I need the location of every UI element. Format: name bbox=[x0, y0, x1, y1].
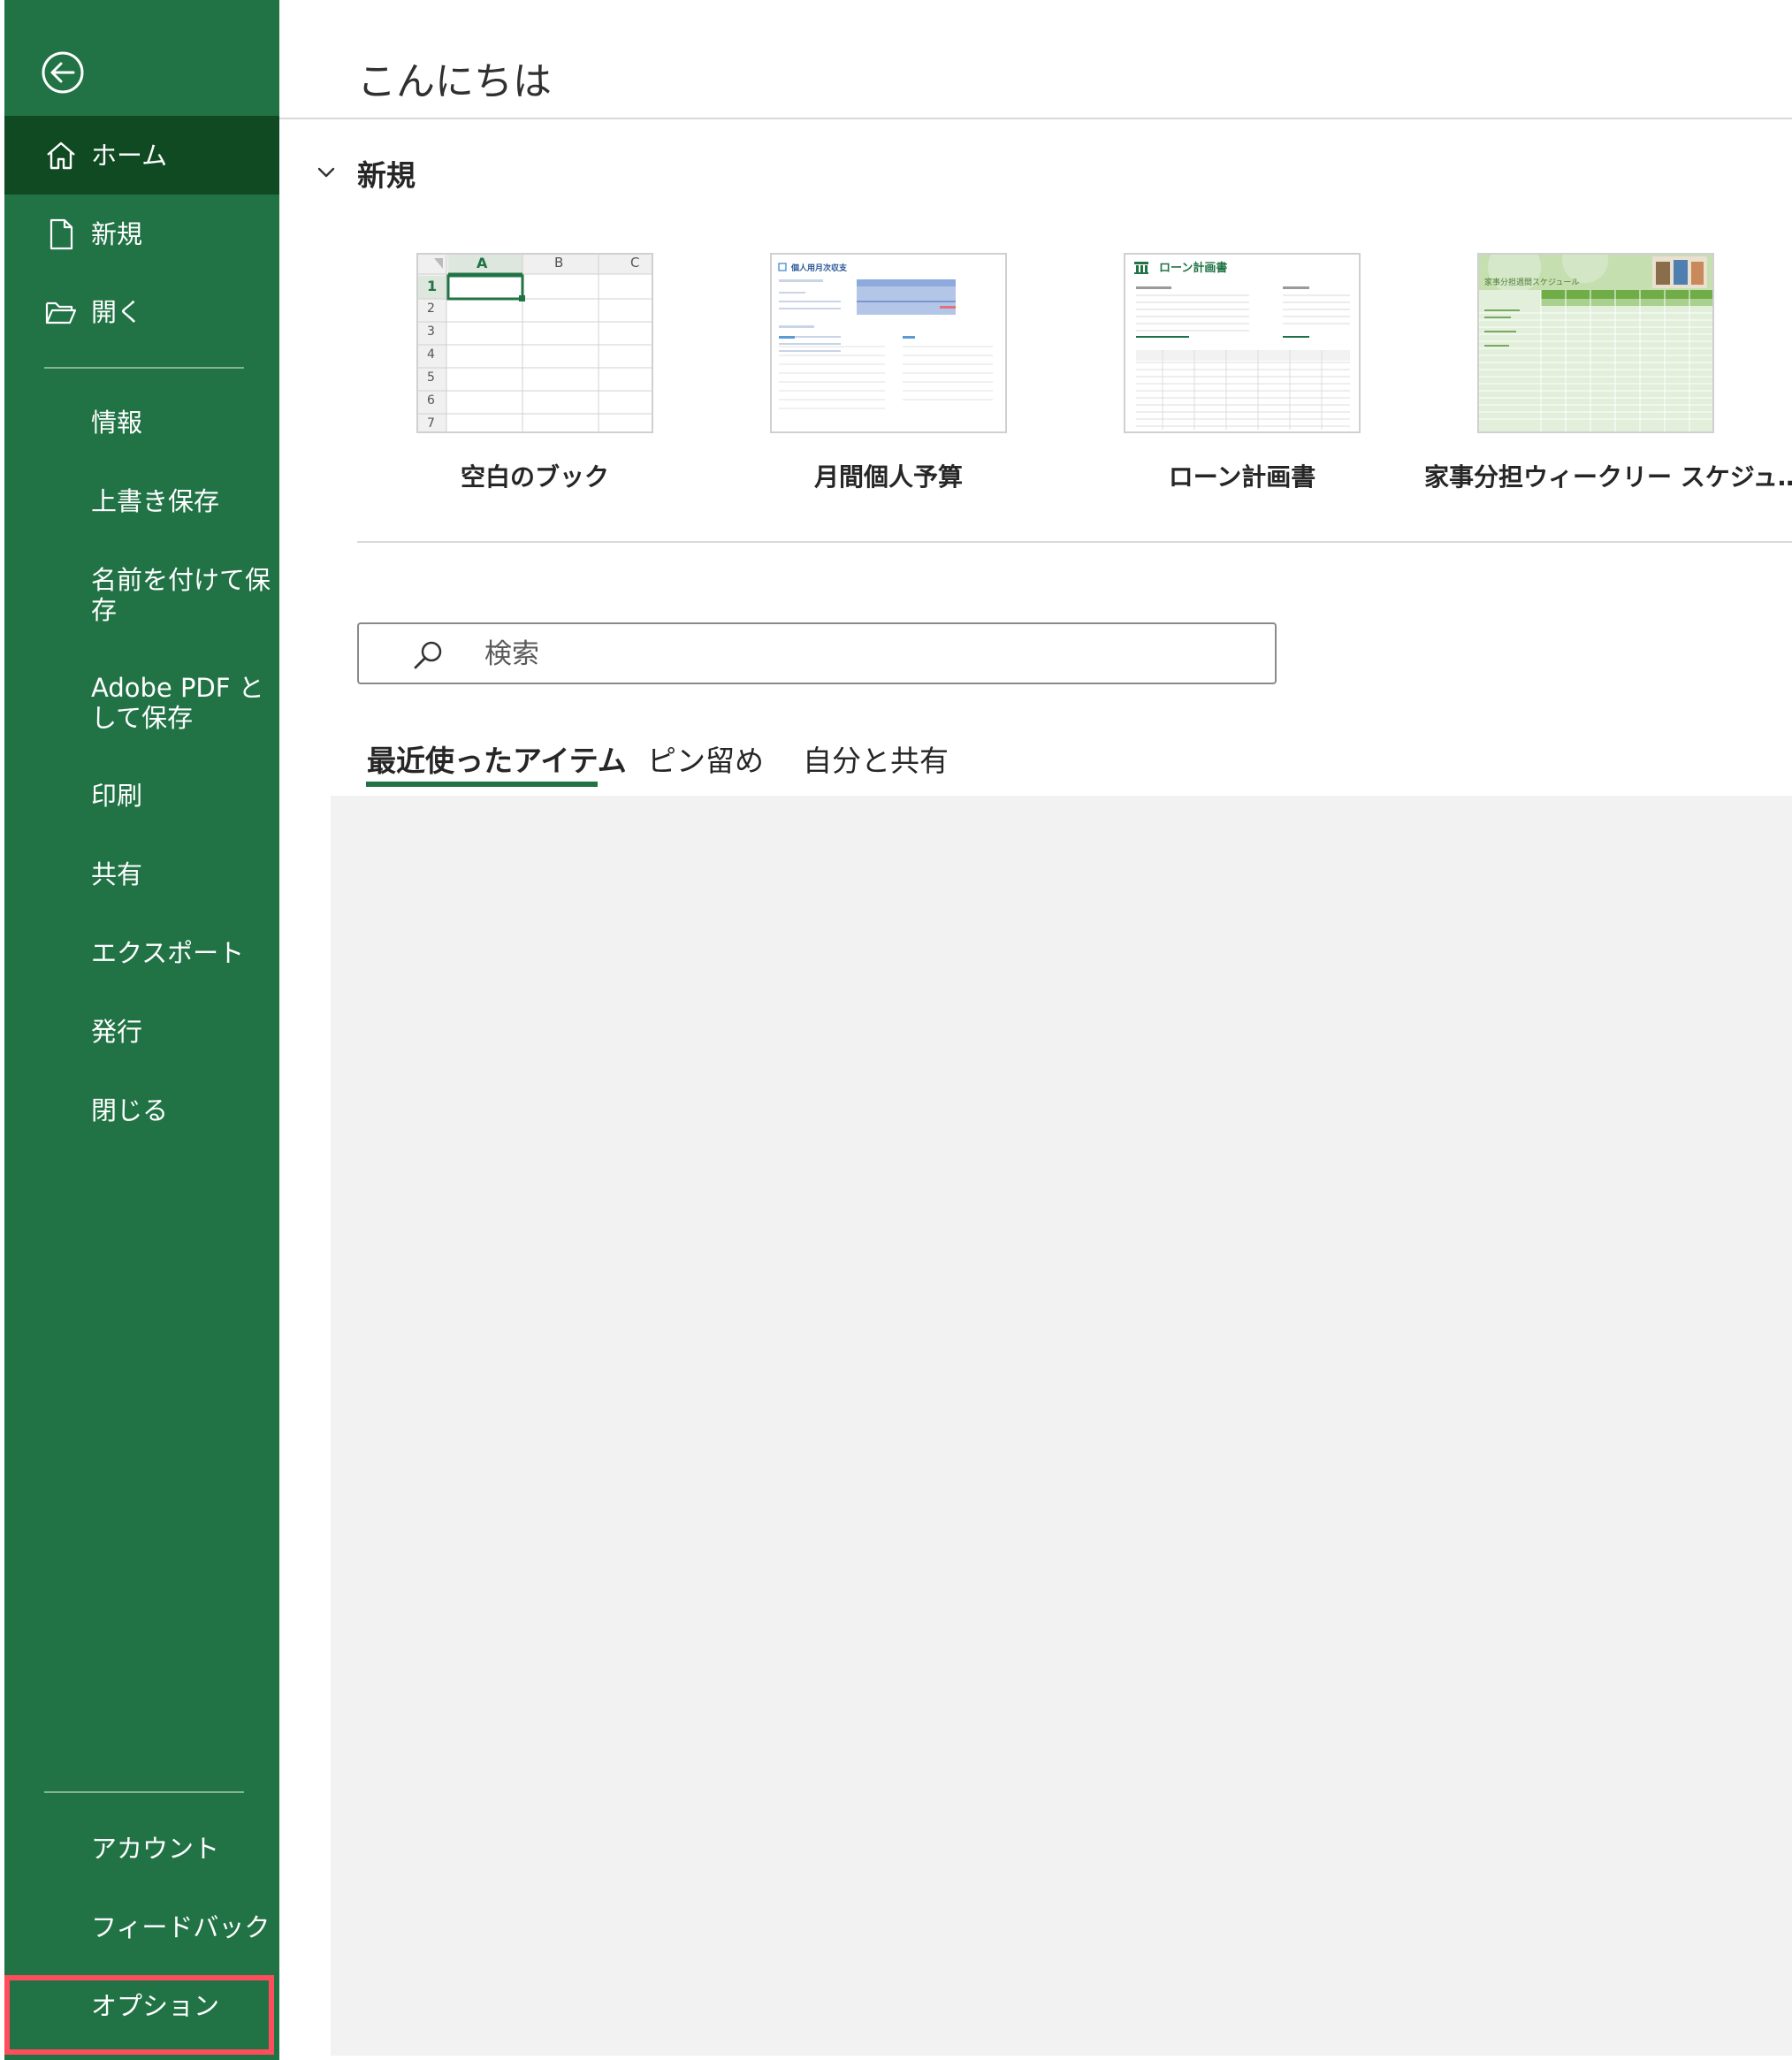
recent-items-panel bbox=[331, 796, 1792, 2056]
nav-open[interactable]: 開く bbox=[4, 274, 279, 350]
col-header-a: A bbox=[477, 255, 488, 271]
search-input[interactable] bbox=[483, 633, 1247, 675]
template-caption: 月間個人予算 bbox=[813, 462, 963, 492]
row-number-7: 7 bbox=[427, 416, 435, 431]
nav-save-as[interactable]: 名前を付けて保存 bbox=[91, 565, 272, 625]
row-number-2: 2 bbox=[427, 301, 435, 316]
new-section-title: 新規 bbox=[357, 158, 416, 193]
tab-shared-with-me[interactable]: 自分と共有 bbox=[803, 737, 949, 780]
backstage-main: こんにちは 新規 A B C 1 2 3 4 5 6 7 空白のブック 個人用月… bbox=[279, 0, 1792, 2060]
template-caption: 空白のブック bbox=[460, 462, 609, 492]
loan-plan-thumbnail: ローン計画書 bbox=[1124, 253, 1361, 433]
back-button[interactable] bbox=[34, 44, 91, 101]
search-icon bbox=[414, 641, 442, 669]
sidebar-divider-bottom bbox=[44, 1791, 244, 1793]
header-divider bbox=[279, 118, 1792, 119]
greeting-heading: こんにちは bbox=[357, 59, 552, 104]
template-chore-schedule[interactable]: 家事分担週間スケジュール 家事分担ウィークリー スケジュ… bbox=[1424, 253, 1792, 492]
monthly-budget-thumbnail: 個人用月次収支 bbox=[770, 253, 1007, 433]
home-icon bbox=[47, 141, 75, 169]
back-arrow-icon bbox=[42, 51, 84, 94]
nav-share[interactable]: 共有 bbox=[91, 859, 272, 889]
backstage-sidebar: ホーム 新規 開く 情報 上書き保存 名前を付けて保存 Adobe PDF とし… bbox=[4, 0, 279, 2060]
open-folder-icon bbox=[45, 301, 77, 324]
tab-pinned[interactable]: ピン留め bbox=[647, 737, 764, 780]
blank-workbook-thumbnail: A B C 1 2 3 4 5 6 7 bbox=[416, 253, 653, 433]
options-highlight-box bbox=[4, 1975, 274, 2055]
loan-preview-graphic bbox=[1134, 262, 1350, 430]
nav-open-label: 開く bbox=[91, 297, 143, 327]
nav-info[interactable]: 情報 bbox=[91, 408, 272, 438]
chore-schedule-thumbnail: 家事分担週間スケジュール bbox=[1477, 253, 1714, 433]
row-number-5: 5 bbox=[427, 370, 435, 385]
new-document-icon bbox=[50, 218, 73, 250]
col-header-b: B bbox=[554, 255, 564, 271]
row-number-6: 6 bbox=[427, 393, 435, 408]
template-monthly-budget[interactable]: 個人用月次収支 月間個人予算 bbox=[770, 253, 1007, 492]
budget-preview-graphic bbox=[778, 263, 993, 409]
nav-home-label: ホーム bbox=[91, 140, 168, 171]
template-blank-workbook[interactable]: A B C 1 2 3 4 5 6 7 空白のブック bbox=[416, 253, 653, 492]
sidebar-divider-top bbox=[44, 367, 244, 369]
nav-account[interactable]: アカウント bbox=[91, 1834, 272, 1864]
tab-recent[interactable]: 最近使ったアイテム bbox=[367, 737, 627, 780]
nav-new[interactable]: 新規 bbox=[4, 196, 279, 272]
blank-grid bbox=[418, 255, 652, 431]
template-loan-plan[interactable]: ローン計画書 ローン計画書 bbox=[1124, 253, 1361, 492]
nav-feedback[interactable]: フィードバック bbox=[91, 1912, 272, 1942]
nav-save-pdf[interactable]: Adobe PDF として保存 bbox=[91, 673, 272, 733]
search-box[interactable] bbox=[357, 622, 1277, 684]
chevron-down-icon[interactable] bbox=[315, 161, 338, 184]
nav-publish[interactable]: 発行 bbox=[91, 1017, 272, 1047]
row-number-3: 3 bbox=[427, 324, 435, 339]
thumb-title: 家事分担週間スケジュール bbox=[1484, 278, 1580, 287]
col-header-c: C bbox=[630, 255, 640, 271]
row-number-1: 1 bbox=[427, 278, 438, 294]
nav-home[interactable]: ホーム bbox=[4, 116, 279, 195]
nav-close[interactable]: 閉じる bbox=[91, 1095, 272, 1125]
templates-divider bbox=[357, 541, 1792, 543]
template-caption: 家事分担ウィークリー スケジュ… bbox=[1424, 462, 1792, 492]
nav-save[interactable]: 上書き保存 bbox=[91, 486, 272, 516]
nav-print[interactable]: 印刷 bbox=[91, 781, 272, 811]
nav-new-label: 新規 bbox=[91, 219, 143, 249]
template-caption: ローン計画書 bbox=[1168, 462, 1316, 492]
active-tab-indicator bbox=[366, 782, 598, 787]
nav-export[interactable]: エクスポート bbox=[91, 938, 272, 968]
row-number-4: 4 bbox=[427, 347, 435, 362]
